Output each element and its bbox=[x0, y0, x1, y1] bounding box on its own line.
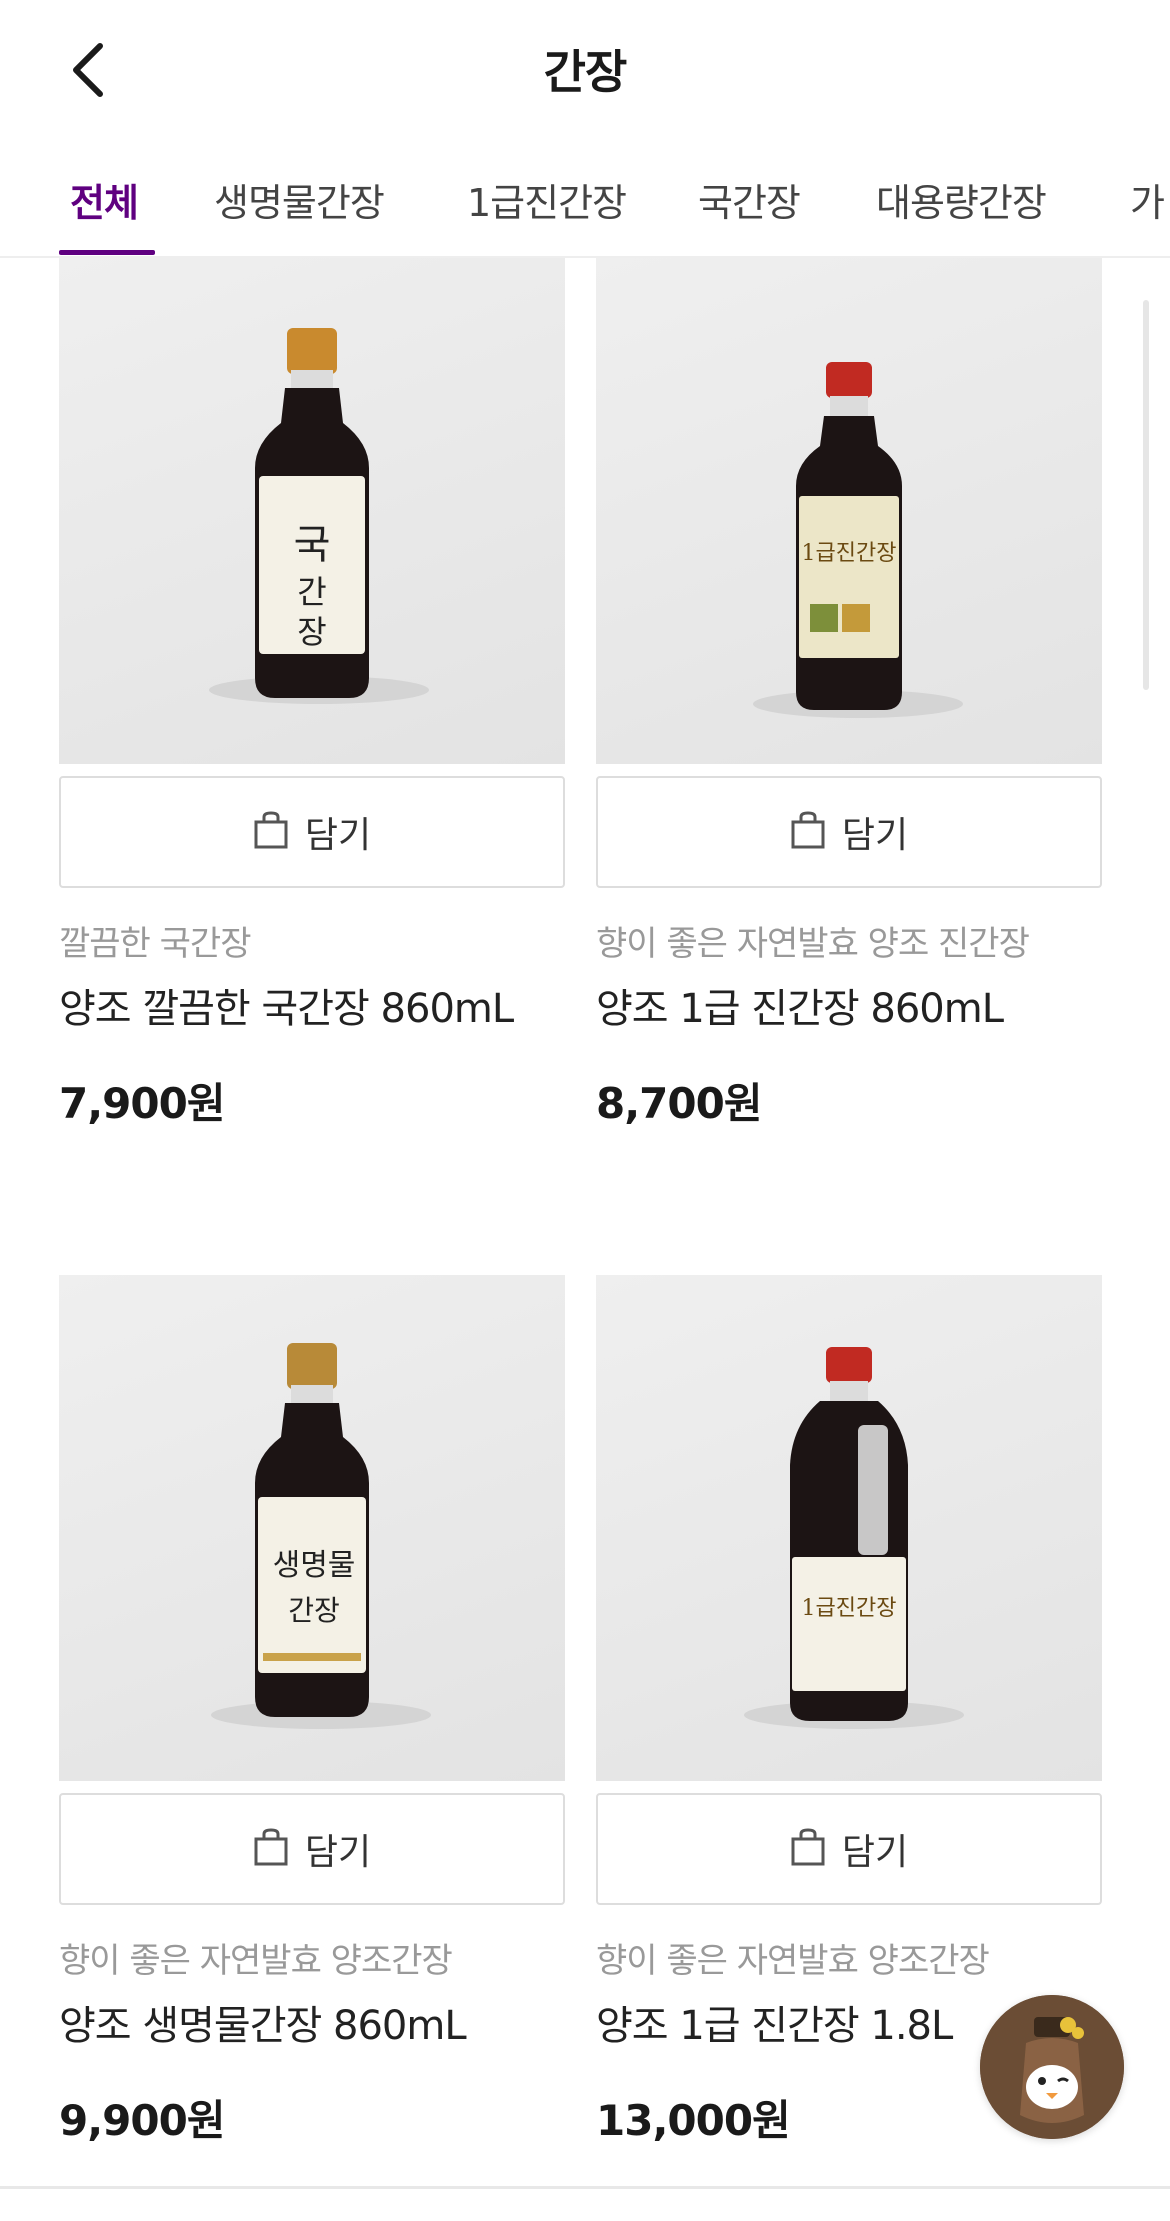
product-price: 8,700원 bbox=[596, 1079, 762, 1128]
product-price: 13,000원 bbox=[596, 2096, 791, 2145]
shopping-bag-icon bbox=[253, 1827, 289, 1871]
product-subtitle: 향이 좋은 자연발효 양조간장 bbox=[596, 1941, 990, 1981]
add-to-cart-button[interactable]: 담기 bbox=[59, 776, 565, 888]
tab-large-volume[interactable]: 대용량간장 bbox=[876, 172, 1047, 227]
category-tabs: 전체 생명물간장 1급진간장 국간장 대용량간장 가 bbox=[0, 150, 1170, 258]
svg-text:1급진간장: 1급진간장 bbox=[802, 541, 897, 566]
product-name[interactable]: 양조 생명물간장 860mL bbox=[59, 1993, 467, 2051]
tab-guk-ganjang[interactable]: 국간장 bbox=[698, 172, 801, 227]
product-subtitle: 깔끔한 국간장 bbox=[59, 924, 251, 964]
top-app-bar: 간장 bbox=[0, 0, 1170, 140]
active-tab-indicator bbox=[59, 250, 155, 255]
tab-1st-grade[interactable]: 1급진간장 bbox=[467, 172, 627, 227]
svg-text:생명물: 생명물 bbox=[273, 1548, 356, 1583]
product-name[interactable]: 양조 1급 진간장 860mL bbox=[596, 976, 1004, 1034]
product-card[interactable]: 국 간 장 담기 깔끔한 국간장 양조 깔끔한 국간장 860mL 7,900원 bbox=[59, 258, 565, 1138]
product-subtitle: 향이 좋은 자연발효 양조간장 bbox=[59, 1941, 453, 1981]
product-subtitle: 향이 좋은 자연발효 양조 진간장 bbox=[596, 924, 1030, 964]
add-to-cart-label: 담기 bbox=[841, 1832, 909, 1873]
shopping-bag-icon bbox=[253, 810, 289, 854]
svg-text:간: 간 bbox=[297, 573, 326, 611]
product-card[interactable]: 1급진간장 담기 향이 좋은 자연발효 양조 진간장 양조 1급 진간장 860… bbox=[596, 258, 1102, 1138]
add-to-cart-button[interactable]: 담기 bbox=[59, 1793, 565, 1905]
tab-all[interactable]: 전체 bbox=[70, 172, 139, 227]
product-price: 7,900원 bbox=[59, 1079, 225, 1128]
bottom-divider bbox=[0, 2186, 1170, 2189]
svg-text:간장: 간장 bbox=[288, 1594, 340, 1627]
shopping-bag-icon bbox=[790, 810, 826, 854]
chatbot-floating-button[interactable] bbox=[980, 1995, 1124, 2139]
product-image[interactable]: 1급진간장 bbox=[596, 1275, 1102, 1781]
product-name[interactable]: 양조 깔끔한 국간장 860mL bbox=[59, 976, 514, 1034]
add-to-cart-label: 담기 bbox=[841, 815, 909, 856]
svg-text:국: 국 bbox=[294, 522, 331, 568]
product-image[interactable]: 생명물 간장 bbox=[59, 1275, 565, 1781]
svg-text:1급진간장: 1급진간장 bbox=[802, 1596, 897, 1621]
tab-more[interactable]: 가 bbox=[1130, 172, 1165, 227]
product-card[interactable]: 생명물 간장 담기 향이 좋은 자연발효 양조간장 양조 생명물간장 860mL… bbox=[59, 1275, 565, 2155]
svg-text:장: 장 bbox=[297, 613, 326, 651]
shopping-bag-icon bbox=[790, 1827, 826, 1871]
product-name[interactable]: 양조 1급 진간장 1.8L bbox=[596, 1993, 953, 2051]
add-to-cart-button[interactable]: 담기 bbox=[596, 1793, 1102, 1905]
add-to-cart-label: 담기 bbox=[304, 1832, 372, 1873]
scrollbar[interactable] bbox=[1143, 300, 1149, 690]
add-to-cart-button[interactable]: 담기 bbox=[596, 776, 1102, 888]
product-image[interactable]: 국 간 장 bbox=[59, 258, 565, 764]
tab-saengmyeongmul[interactable]: 생명물간장 bbox=[214, 172, 385, 227]
add-to-cart-label: 담기 bbox=[304, 815, 372, 856]
product-image[interactable]: 1급진간장 bbox=[596, 258, 1102, 764]
product-price: 9,900원 bbox=[59, 2096, 225, 2145]
page-title: 간장 bbox=[543, 45, 628, 99]
